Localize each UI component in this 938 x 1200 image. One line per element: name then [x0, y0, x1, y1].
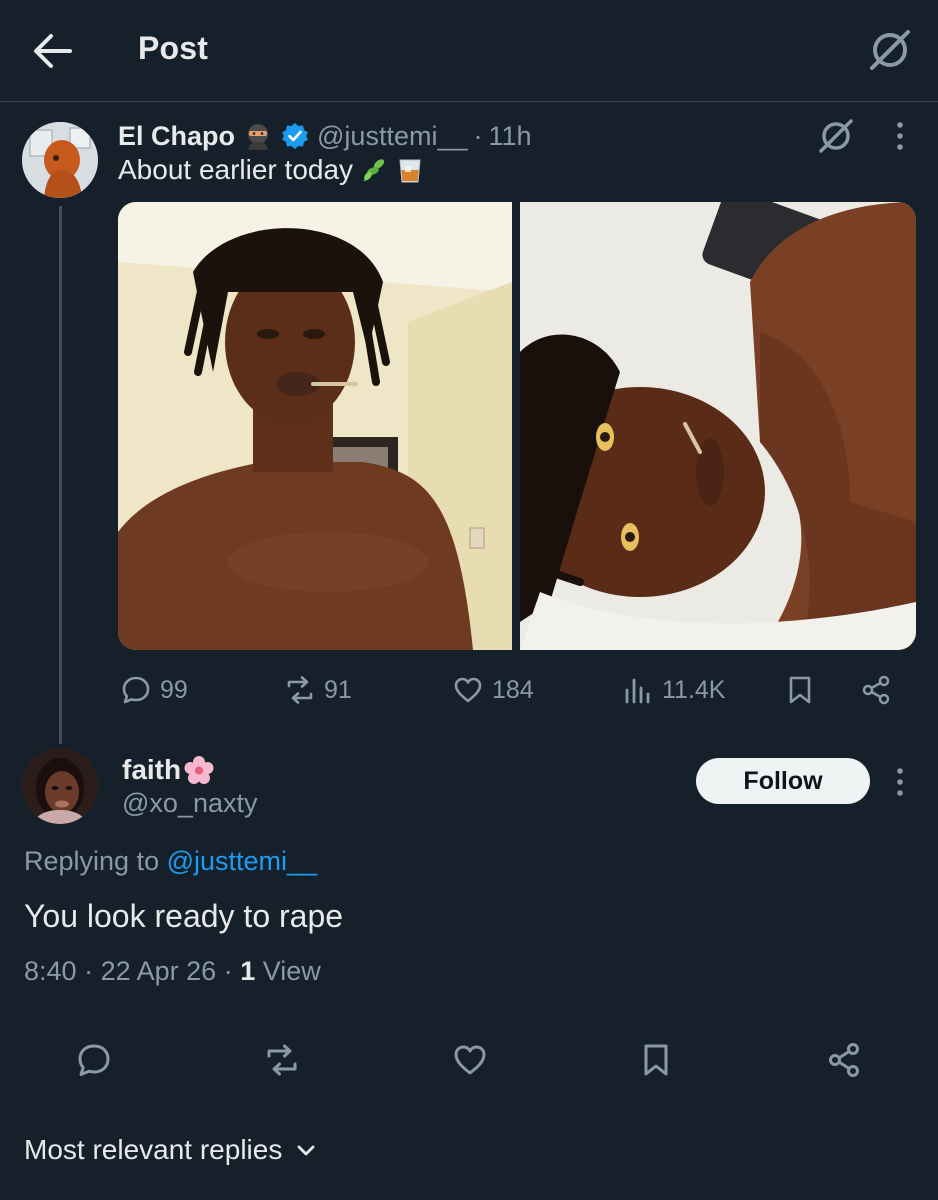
views-chart-icon [625, 678, 650, 704]
reply-author-avatar[interactable] [22, 748, 98, 824]
author-handle[interactable]: @justtemi__ [317, 121, 467, 152]
like-action[interactable]: 184 [452, 668, 534, 712]
bookmark-action[interactable] [784, 668, 816, 712]
heart-icon [454, 1045, 486, 1075]
back-button[interactable] [30, 30, 76, 72]
reply-action[interactable]: 99 [120, 668, 188, 712]
reply-actions [0, 1036, 938, 1084]
reply-repost-button[interactable] [262, 1036, 302, 1084]
reply-views-count[interactable]: 1 [240, 956, 255, 986]
heart-icon [454, 677, 482, 703]
reply-count: 99 [160, 675, 188, 704]
post-more-button[interactable] [888, 118, 912, 154]
post-photo-2[interactable] [520, 202, 916, 650]
herb-emoji [363, 159, 385, 182]
reply-text: You look ready to rape [24, 898, 344, 934]
meta-separator: · [84, 956, 94, 986]
bookmark-icon [644, 1044, 668, 1076]
repost-icon [287, 676, 313, 704]
reply-meta: 8:40 · 22 Apr 26 · 1 View [24, 956, 321, 987]
reply-like-button[interactable] [450, 1036, 490, 1084]
photo-selfie-lying [520, 202, 916, 650]
views-count: 11.4K [662, 675, 726, 704]
reply-time: 8:40 [24, 956, 77, 986]
bookmark-icon [789, 676, 811, 704]
grok-icon [819, 119, 853, 153]
reply-sort-dropdown[interactable]: Most relevant replies [24, 1134, 318, 1166]
more-vertical-icon [897, 768, 903, 796]
like-count: 184 [492, 675, 534, 704]
post-time[interactable]: 11h [488, 121, 531, 152]
reply-more-button[interactable] [888, 764, 912, 800]
ninja-emoji [248, 124, 269, 150]
post-photo-1[interactable] [118, 202, 512, 650]
repost-count: 91 [324, 675, 352, 704]
chevron-down-icon [297, 1145, 315, 1156]
reply-icon [122, 676, 150, 704]
reply-author-name[interactable]: faith [122, 754, 181, 786]
reply-share-button[interactable] [824, 1036, 864, 1084]
tumbler-glass-emoji [399, 159, 421, 183]
top-bar: Post [0, 0, 938, 102]
grok-icon [870, 30, 910, 70]
repost-icon [267, 1044, 297, 1076]
post-actions: 99 91 184 11.4K [0, 668, 938, 712]
separator-dot: · [473, 120, 483, 151]
author-info: El Chapo @justtemi__ · 11h [118, 116, 532, 156]
author-name[interactable]: El Chapo [118, 121, 235, 152]
arrow-left-icon [34, 34, 72, 68]
share-icon [829, 1043, 859, 1077]
cherry-blossom-emoji [184, 756, 214, 784]
reply-icon [78, 1044, 110, 1076]
author-avatar[interactable] [22, 122, 98, 198]
share-icon [862, 675, 890, 705]
grok-button[interactable] [866, 26, 914, 74]
share-action[interactable] [860, 668, 892, 712]
post-text: About earlier today [118, 154, 425, 186]
thread-connector [59, 206, 62, 744]
views-action[interactable]: 11.4K [622, 668, 725, 712]
reply-views-label: View [262, 956, 321, 986]
verified-badge-icon [282, 123, 309, 149]
post-text-content: About earlier today [118, 154, 354, 185]
grok-explain-button[interactable] [816, 116, 856, 156]
meta-separator: · [223, 956, 233, 986]
replying-to-mention[interactable]: @justtemi__ [167, 846, 317, 876]
reply-author-handle[interactable]: @xo_naxty [122, 788, 257, 819]
reply-date: 22 Apr 26 [100, 956, 217, 986]
page-title: Post [138, 30, 209, 66]
reply-author-info: faith [122, 750, 215, 790]
avatar-image [22, 748, 98, 824]
follow-button[interactable]: Follow [696, 758, 870, 804]
replying-prefix: Replying to [24, 846, 167, 876]
reply-reply-button[interactable] [74, 1036, 114, 1084]
replying-to: Replying to @justtemi__ [24, 846, 317, 877]
photo-selfie-standing [118, 202, 512, 650]
more-vertical-icon [897, 122, 903, 150]
reply-sort-label: Most relevant replies [24, 1134, 283, 1165]
avatar-image [22, 122, 98, 198]
reply-bookmark-button[interactable] [636, 1036, 676, 1084]
repost-action[interactable]: 91 [284, 668, 352, 712]
